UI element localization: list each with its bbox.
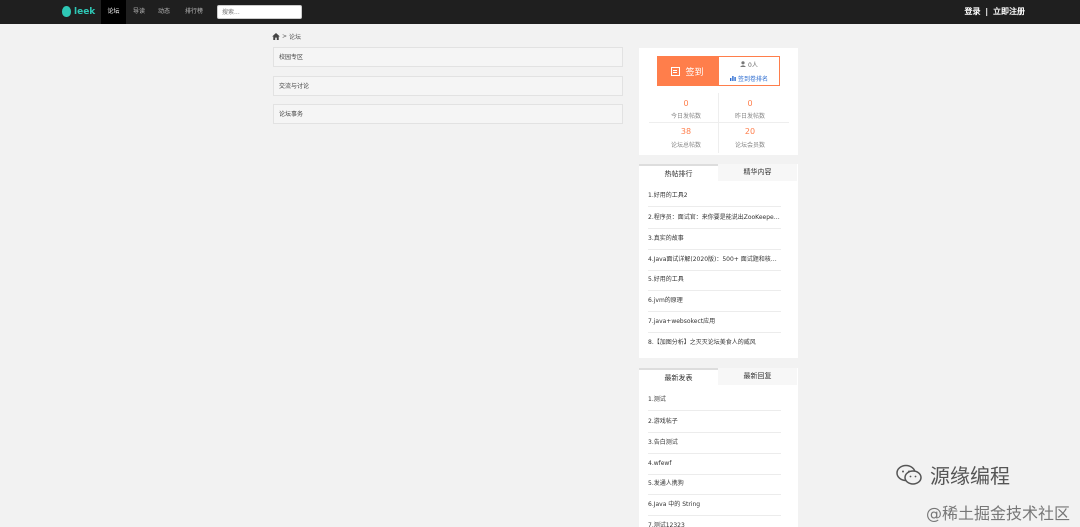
tab-featured[interactable]: 精华内容 (718, 164, 797, 181)
sign-in-info: 0人 签到卷排名 (718, 56, 780, 86)
breadcrumb-current[interactable]: 论坛 (289, 32, 301, 41)
tab-hot-posts[interactable]: 热帖排行 (639, 164, 718, 181)
sign-in-count-value: 0人 (748, 62, 758, 69)
list-item[interactable]: 1.好用的工具2 (648, 187, 781, 207)
home-icon[interactable] (272, 33, 280, 40)
logo-text: leek (74, 6, 96, 17)
list-item[interactable]: 2.游戏帖子 (648, 413, 781, 433)
breadcrumb-separator: > (282, 33, 288, 40)
stat-total-posts-value: 38 (680, 127, 692, 136)
nav-item-activity[interactable]: 动态 (153, 0, 175, 24)
sign-in-card: 签到 0人 签到卷排名 0 今日发帖数 0 昨日发帖数 38 论坛总帖数 20 … (639, 48, 798, 155)
stat-total-posts-label: 论坛总帖数 (670, 142, 701, 149)
stat-members-label: 论坛会员数 (734, 142, 765, 149)
wechat-icon (896, 464, 922, 485)
nav-item-ranking[interactable]: 排行榜 (180, 0, 208, 24)
list-item[interactable]: 6.Java 中的 String (648, 496, 781, 516)
list-item[interactable]: 7.java+websokect应用 (648, 313, 781, 333)
auth-links: 登录 | 立即注册 (962, 0, 1025, 24)
auth-separator: | (985, 7, 989, 16)
logo-mark-icon (62, 6, 71, 17)
forum-category-affairs[interactable]: 论坛事务 (273, 104, 623, 124)
search-input[interactable] (217, 5, 302, 19)
wechat-watermark: 源缘编程 (896, 460, 1010, 489)
register-link[interactable]: 立即注册 (993, 7, 1025, 16)
hot-posts-panel: 热帖排行 精华内容 1.好用的工具2 2.程序员：面试官：来你要是能说出ZooK… (639, 164, 798, 358)
list-item[interactable]: 5.好用的工具 (648, 271, 781, 291)
list-item[interactable]: 3.真实的故事 (648, 230, 781, 250)
stat-yesterday-posts-value: 0 (747, 99, 753, 108)
latest-posts-panel: 最新发表 最新回复 1.测试 2.游戏帖子 3.告白测试 4.wfewf 5.发… (639, 368, 798, 527)
wechat-watermark-text: 源缘编程 (930, 464, 1010, 488)
site-logo[interactable]: leek (62, 5, 95, 18)
list-item[interactable]: 4.Java面试详解(2020版)：500+ 面试题和核心知识点详解 (648, 251, 781, 271)
sign-rank-link[interactable]: 签到卷排名 (719, 74, 779, 83)
list-item[interactable]: 8.【加图分析】之灭灭论坛美食人的威风 (648, 334, 781, 354)
login-link[interactable]: 登录 (964, 7, 980, 16)
list-item[interactable]: 4.wfewf (648, 455, 781, 475)
stats-divider-horizontal (649, 122, 789, 123)
sign-in-count: 0人 (719, 60, 779, 69)
tab-latest-posts[interactable]: 最新发表 (639, 368, 718, 385)
list-item[interactable]: 6.jvm的原理 (648, 292, 781, 312)
list-item[interactable]: 5.发通人携狗 (648, 475, 781, 495)
sign-in-label: 签到 (685, 67, 704, 78)
sign-in-button[interactable]: 签到 (657, 56, 718, 86)
stat-today-posts-value: 0 (683, 99, 689, 108)
calendar-icon (671, 66, 681, 76)
stat-today-posts-label: 今日发帖数 (670, 113, 701, 120)
user-icon (740, 61, 747, 67)
stat-yesterday-posts-label: 昨日发帖数 (734, 113, 765, 120)
list-item[interactable]: 7.测试12323 (648, 517, 781, 527)
nav-item-forum[interactable]: 论坛 (101, 0, 126, 24)
forum-category-campus[interactable]: 校园专区 (273, 47, 623, 67)
list-item[interactable]: 1.测试 (648, 391, 781, 411)
nav-item-guide[interactable]: 导读 (128, 0, 150, 24)
sign-rank-label: 签到卷排名 (737, 76, 768, 83)
top-navbar: leek 论坛 导读 动态 排行榜 登录 | 立即注册 (0, 0, 1080, 24)
bar-chart-icon (730, 76, 736, 81)
list-item[interactable]: 2.程序员：面试官：来你要是能说出ZooKeeper的原理我就录用你 (648, 209, 781, 229)
juejin-watermark: @稀土掘金技术社区 (925, 504, 1070, 523)
stat-members-value: 20 (744, 127, 756, 136)
tab-latest-replies[interactable]: 最新回复 (718, 368, 797, 385)
breadcrumb: > 论坛 (272, 32, 301, 41)
forum-category-discussion[interactable]: 交流与讨论 (273, 76, 623, 96)
list-item[interactable]: 3.告白测试 (648, 434, 781, 454)
